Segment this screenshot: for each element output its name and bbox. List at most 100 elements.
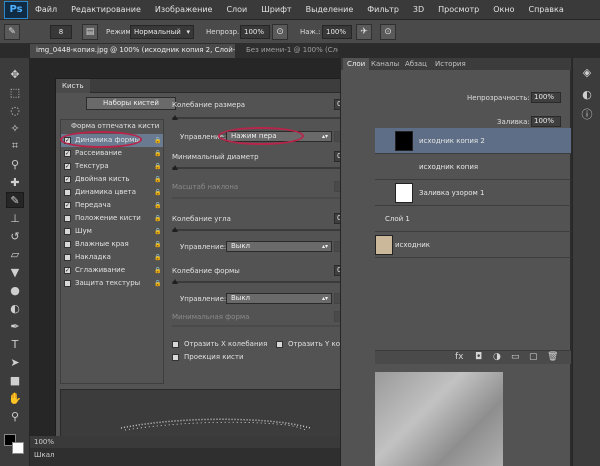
tablet-pressure-size-icon[interactable]: ⊙ xyxy=(380,24,396,40)
layer-opacity-field[interactable]: 100% xyxy=(531,92,561,103)
tablet-pressure-opacity-icon[interactable]: ⊙ xyxy=(272,24,288,40)
layers-icon[interactable]: ◈ xyxy=(578,64,596,80)
brush-option-transfer[interactable]: ✓ Передача 🔒 xyxy=(61,199,163,212)
brush-panel-toggle-icon[interactable]: ▤ xyxy=(82,24,98,40)
fx-icon[interactable]: fx xyxy=(455,352,464,362)
lock-icon[interactable]: 🔒 xyxy=(154,150,161,157)
lock-icon[interactable]: 🔒 xyxy=(154,189,161,196)
min-diameter-slider[interactable] xyxy=(172,167,368,169)
brush-option-wet-edges[interactable]: Влажные края 🔒 xyxy=(61,238,163,251)
quick-select-tool-icon[interactable]: ✧ xyxy=(6,120,24,136)
size-jitter-slider[interactable] xyxy=(172,117,368,119)
checkbox[interactable] xyxy=(64,241,71,248)
roundness-jitter-slider-knob[interactable] xyxy=(172,279,178,284)
paint-bucket-tool-icon[interactable]: ▼ xyxy=(6,264,24,280)
brush-option-build-up[interactable]: Накладка 🔒 xyxy=(61,251,163,264)
lock-icon[interactable]: 🔒 xyxy=(154,202,161,209)
brush-size-picker[interactable]: 8 xyxy=(50,25,72,39)
brush-option-dual-brush[interactable]: ✓ Двойная кисть 🔒 xyxy=(61,173,163,186)
lock-icon[interactable]: 🔒 xyxy=(154,280,161,287)
airbrush-icon[interactable]: ✈ xyxy=(356,24,372,40)
doc-tab-active[interactable]: img_0448-копия.jpg @ 100% (исходник копи… xyxy=(30,44,235,58)
history-brush-tool-icon[interactable]: ↺ xyxy=(6,228,24,244)
opacity-field[interactable]: 100% xyxy=(240,25,270,39)
tab-channels[interactable]: Каналы xyxy=(367,58,403,70)
menu-select[interactable]: Выделение xyxy=(299,5,361,14)
menu-filter[interactable]: Фильтр xyxy=(360,5,406,14)
flip-y-checkbox[interactable] xyxy=(276,341,283,348)
pen-tool-icon[interactable]: ✒ xyxy=(6,318,24,334)
path-select-tool-icon[interactable]: ➤ xyxy=(6,354,24,370)
min-diameter-slider-knob[interactable] xyxy=(172,165,178,170)
tab-paragraph[interactable]: Абзац xyxy=(401,58,431,70)
blur-tool-icon[interactable]: ● xyxy=(6,282,24,298)
lock-icon[interactable]: 🔒 xyxy=(154,137,161,144)
flip-x-checkbox[interactable] xyxy=(172,341,179,348)
folder-icon[interactable]: ▭ xyxy=(511,352,520,362)
checkbox[interactable]: ✓ xyxy=(64,163,71,170)
menu-image[interactable]: Изображение xyxy=(148,5,220,14)
brush-presets-button[interactable]: Наборы кистей xyxy=(86,97,176,110)
layer-row[interactable]: Заливка узором 1 xyxy=(375,180,571,206)
healing-brush-tool-icon[interactable]: ✚ xyxy=(6,174,24,190)
crop-tool-icon[interactable]: ⌗ xyxy=(6,138,24,154)
menu-type[interactable]: Шрифт xyxy=(254,5,298,14)
layer-name[interactable]: исходник копия 2 xyxy=(419,137,485,145)
checkbox[interactable]: ✓ xyxy=(64,202,71,209)
tab-history[interactable]: История xyxy=(431,58,470,70)
clone-stamp-tool-icon[interactable]: ⊥ xyxy=(6,210,24,226)
layer-row[interactable]: исходник xyxy=(375,232,571,258)
layer-name[interactable]: исходник xyxy=(395,241,430,249)
new-layer-icon[interactable]: ▢ xyxy=(529,352,538,362)
layer-row[interactable]: Слой 1 xyxy=(375,206,571,232)
menu-view[interactable]: Просмотр xyxy=(431,5,486,14)
hand-tool-icon[interactable]: ✋ xyxy=(6,390,24,406)
menu-layers[interactable]: Слои xyxy=(219,5,254,14)
zoom-tool-icon[interactable]: ⚲ xyxy=(6,408,24,424)
tilt-scale-slider[interactable] xyxy=(172,197,368,199)
lasso-tool-icon[interactable]: ◌ xyxy=(6,102,24,118)
roundness-jitter-slider[interactable] xyxy=(172,281,368,283)
info-icon[interactable]: ⓘ xyxy=(578,106,596,122)
brush-option-scattering[interactable]: ✓ Рассеивание 🔒 xyxy=(61,147,163,160)
lock-icon[interactable]: 🔒 xyxy=(154,228,161,235)
angle-jitter-slider[interactable] xyxy=(172,229,368,231)
adjustments-icon[interactable]: ◐ xyxy=(578,86,596,102)
brush-tool-icon[interactable]: ✎ xyxy=(6,192,24,208)
min-roundness-slider[interactable] xyxy=(172,325,368,327)
brush-option-protect-texture[interactable]: Защита текстуры 🔒 xyxy=(61,277,163,290)
doc-tab-inactive[interactable]: Без имени-1 @ 100% (Слой 1, RGB/8) * xyxy=(240,44,338,58)
layer-row[interactable]: исходник копия 2 xyxy=(375,128,571,154)
checkbox[interactable] xyxy=(64,189,71,196)
layer-name[interactable]: исходник копия xyxy=(419,163,478,171)
checkbox[interactable]: ✓ xyxy=(64,176,71,183)
lock-icon[interactable]: 🔒 xyxy=(154,241,161,248)
brush-option-noise[interactable]: Шум 🔒 xyxy=(61,225,163,238)
layer-mask-thumbnail[interactable] xyxy=(395,183,413,203)
brush-projection-checkbox[interactable] xyxy=(172,354,179,361)
lock-icon[interactable]: 🔒 xyxy=(154,267,161,274)
layer-name[interactable]: Заливка узором 1 xyxy=(419,189,485,197)
brush-tool-icon[interactable]: ✎ xyxy=(4,24,20,40)
shape-tool-icon[interactable]: ■ xyxy=(6,372,24,388)
menu-3d[interactable]: 3D xyxy=(406,5,431,14)
lock-icon[interactable]: 🔒 xyxy=(154,254,161,261)
layer-mask-thumbnail[interactable] xyxy=(395,131,413,151)
checkbox[interactable]: ✓ xyxy=(64,150,71,157)
eraser-tool-icon[interactable]: ▱ xyxy=(6,246,24,262)
menu-file[interactable]: Файл xyxy=(28,5,64,14)
adjustment-icon[interactable]: ◑ xyxy=(493,352,501,362)
trash-icon[interactable]: 🗑 xyxy=(547,352,558,362)
brush-panel-tab[interactable]: Кисть xyxy=(56,79,90,93)
move-tool-icon[interactable]: ✥ xyxy=(6,66,24,82)
brush-option-color-dynamics[interactable]: Динамика цвета 🔒 xyxy=(61,186,163,199)
checkbox[interactable] xyxy=(64,280,71,287)
lock-icon[interactable]: 🔒 xyxy=(154,163,161,170)
menu-edit[interactable]: Редактирование xyxy=(64,5,148,14)
checkbox[interactable] xyxy=(64,228,71,235)
layer-name[interactable]: Слой 1 xyxy=(385,215,410,223)
mode-select[interactable]: Нормальный ▾ xyxy=(130,25,194,39)
angle-jitter-slider-knob[interactable] xyxy=(172,227,178,232)
brush-panel-titlebar[interactable]: Кисть xyxy=(56,79,372,93)
control-select-roundness[interactable]: Выкл ▴▾ xyxy=(226,293,332,304)
